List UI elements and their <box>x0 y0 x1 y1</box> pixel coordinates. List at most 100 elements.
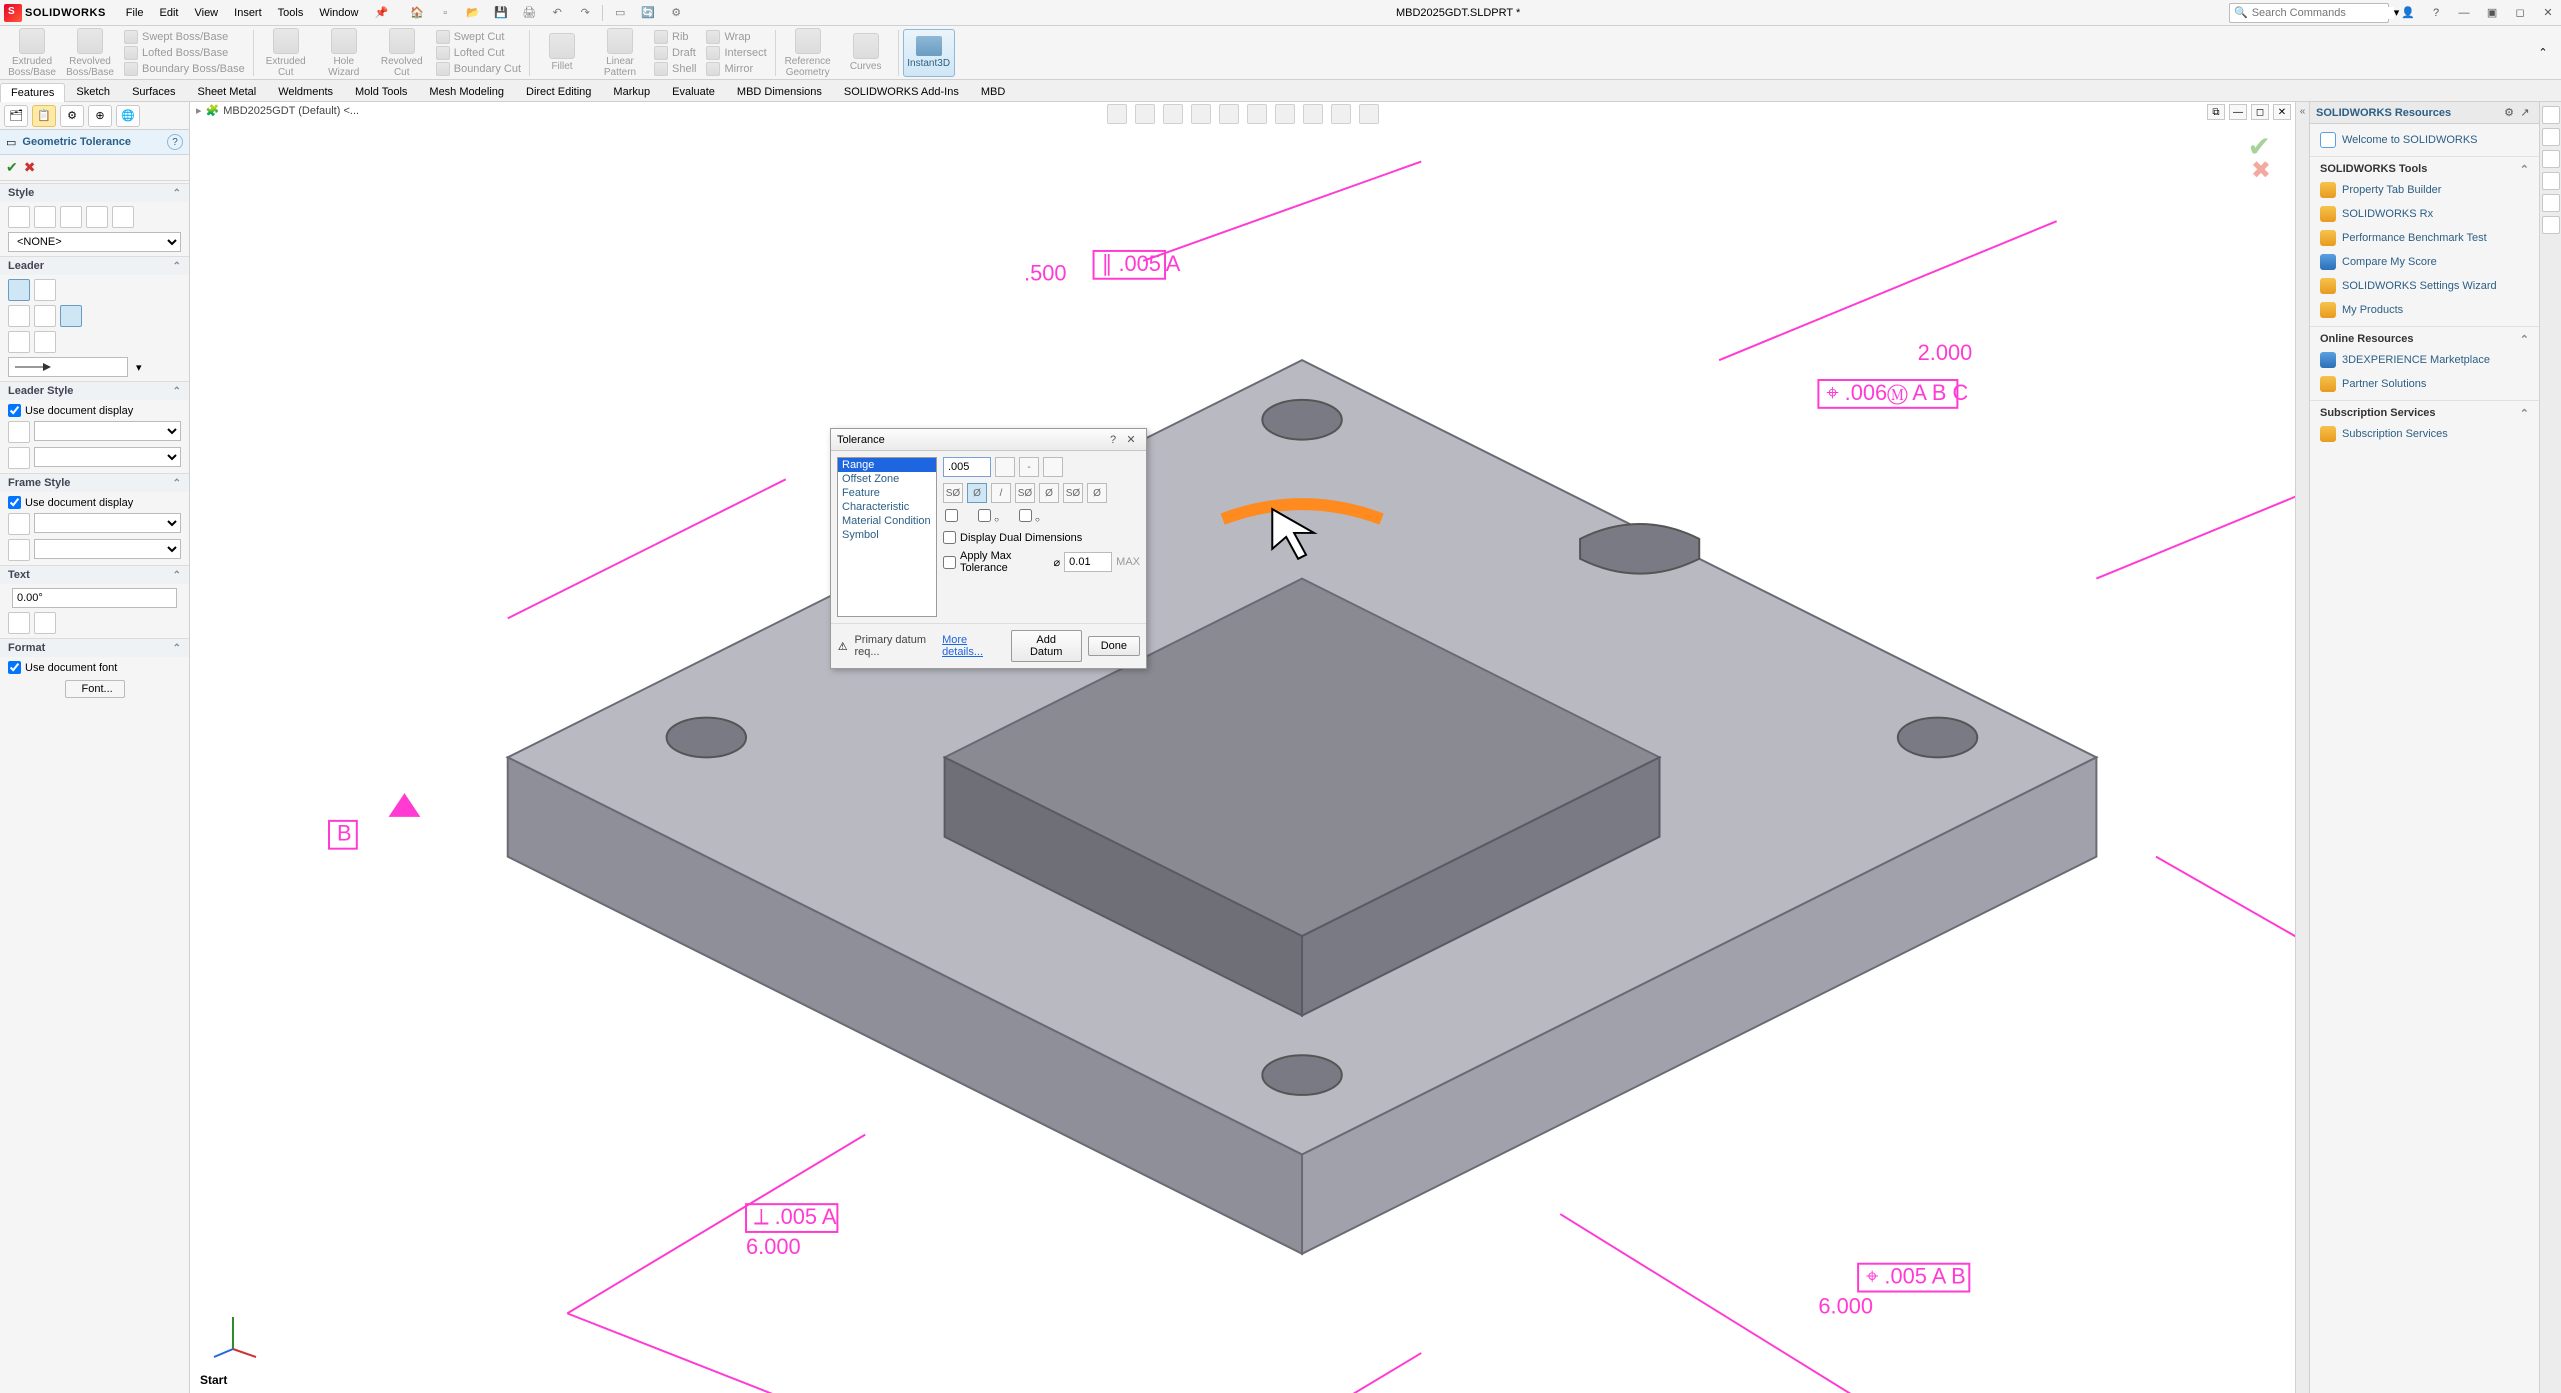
tools-section[interactable]: SOLIDWORKS Tools⌃ <box>2310 156 2539 178</box>
help-icon[interactable]: ? <box>2427 4 2445 22</box>
pm-help-icon[interactable]: ? <box>167 134 183 150</box>
sym-sphi-1[interactable]: SØ <box>943 483 963 503</box>
sym-slash[interactable]: / <box>991 483 1011 503</box>
config-manager-tab[interactable]: ⚙ <box>60 105 84 127</box>
tab-mold-tools[interactable]: Mold Tools <box>344 82 418 101</box>
search-input[interactable] <box>2248 7 2394 19</box>
tab-sketch[interactable]: Sketch <box>65 82 121 101</box>
ribbon-reference-geometry[interactable]: Reference Geometry <box>780 28 836 78</box>
frame-line-type[interactable] <box>8 513 30 535</box>
tab-weldments[interactable]: Weldments <box>267 82 344 101</box>
tab-sheet-metal[interactable]: Sheet Metal <box>186 82 267 101</box>
home-icon[interactable]: 🏠 <box>406 2 428 24</box>
done-button[interactable]: Done <box>1088 636 1140 656</box>
more-details-link[interactable]: More details... <box>942 634 999 658</box>
redo-icon[interactable]: ↷ <box>574 2 596 24</box>
sym-phi[interactable]: Ø <box>967 483 987 503</box>
tab-mbd-dimensions[interactable]: MBD Dimensions <box>726 82 833 101</box>
dialog-help-icon[interactable]: ? <box>1104 434 1122 446</box>
ribbon-collapse-icon[interactable]: ⌃ <box>2535 45 2551 61</box>
menu-insert[interactable]: Insert <box>226 3 270 23</box>
tol-field-4[interactable] <box>1043 457 1063 477</box>
tool-compare-score[interactable]: Compare My Score <box>2310 250 2539 274</box>
tool-property-tab-builder[interactable]: Property Tab Builder <box>2310 178 2539 202</box>
sym-sphi-3[interactable]: SØ <box>1063 483 1083 503</box>
tab-mesh-modeling[interactable]: Mesh Modeling <box>418 82 515 101</box>
tool-benchmark[interactable]: Performance Benchmark Test <box>2310 226 2539 250</box>
ribbon-lofted-boss[interactable]: Lofted Boss/Base <box>124 46 245 60</box>
tab-surfaces[interactable]: Surfaces <box>121 82 186 101</box>
property-manager-tab[interactable]: 📋 <box>32 105 56 127</box>
taskpane-settings-icon[interactable]: ⚙ <box>2501 105 2517 121</box>
text-angle-input[interactable] <box>12 588 177 608</box>
leader-opt-5[interactable] <box>34 331 56 353</box>
leader-type-2[interactable] <box>34 279 56 301</box>
minimize-icon[interactable]: — <box>2455 4 2473 22</box>
user-icon[interactable]: 👤 <box>2399 4 2417 22</box>
select-icon[interactable]: ▭ <box>609 2 631 24</box>
tool-settings-wizard[interactable]: SOLIDWORKS Settings Wizard <box>2310 274 2539 298</box>
online-partner-solutions[interactable]: Partner Solutions <box>2310 372 2539 396</box>
subs-section[interactable]: Subscription Services⌃ <box>2310 400 2539 422</box>
add-datum-button[interactable]: Add Datum <box>1011 630 1082 662</box>
tp-tab-file-explorer[interactable] <box>2542 150 2560 168</box>
leader-use-doc-display[interactable]: Use document display <box>8 404 181 417</box>
frame-line-select[interactable] <box>34 513 181 533</box>
ribbon-wrap[interactable]: Wrap <box>706 30 766 44</box>
dialog-close-icon[interactable]: ✕ <box>1122 433 1140 446</box>
sym-sphi-2[interactable]: SØ <box>1015 483 1035 503</box>
format-use-doc-font[interactable]: Use document font <box>8 661 181 674</box>
restore-icon[interactable]: ▣ <box>2483 4 2501 22</box>
ribbon-fillet[interactable]: Fillet <box>534 33 590 72</box>
tol-radio-2[interactable]: ○ <box>978 509 999 525</box>
undo-icon[interactable]: ↶ <box>546 2 568 24</box>
ribbon-intersect[interactable]: Intersect <box>706 46 766 60</box>
ribbon-draft[interactable]: Draft <box>654 46 696 60</box>
list-item-offset-zone[interactable]: Offset Zone <box>838 472 936 486</box>
list-item-material-condition[interactable]: Material Condition <box>838 514 936 528</box>
style-select[interactable]: <NONE> <box>8 232 181 252</box>
tool-rx[interactable]: SOLIDWORKS Rx <box>2310 202 2539 226</box>
ribbon-revolved-boss[interactable]: Revolved Boss/Base <box>62 28 118 78</box>
pm-section-text[interactable]: Text⌃ <box>0 566 189 584</box>
tab-mbd[interactable]: MBD <box>970 82 1016 101</box>
tab-features[interactable]: Features <box>0 83 65 102</box>
style-icon-2[interactable] <box>34 206 56 228</box>
tol-field-2[interactable] <box>995 457 1015 477</box>
leader-line-select[interactable] <box>34 421 181 441</box>
list-item-feature[interactable]: Feature <box>838 486 936 500</box>
frame-use-doc-display[interactable]: Use document display <box>8 496 181 509</box>
welcome-link[interactable]: Welcome to SOLIDWORKS <box>2310 128 2539 152</box>
leader-line-type[interactable] <box>8 421 30 443</box>
list-item-symbol[interactable]: Symbol <box>838 528 936 542</box>
save-icon[interactable]: 💾 <box>490 2 512 24</box>
tab-direct-editing[interactable]: Direct Editing <box>515 82 602 101</box>
tp-tab-custom-props[interactable] <box>2542 216 2560 234</box>
ribbon-shell[interactable]: Shell <box>654 62 696 76</box>
list-item-characteristic[interactable]: Characteristic <box>838 500 936 514</box>
display-manager-tab[interactable]: 🌐 <box>116 105 140 127</box>
leader-type-1[interactable] <box>8 279 30 301</box>
menu-view[interactable]: View <box>186 3 226 23</box>
ribbon-instant3d[interactable]: Instant3D <box>903 29 955 77</box>
tol-field-3[interactable]: - <box>1019 457 1039 477</box>
feature-tree-tab[interactable]: 🗂 <box>4 105 28 127</box>
new-icon[interactable]: ▫ <box>434 2 456 24</box>
leader-arrow-dropdown[interactable]: ▾ <box>136 361 142 374</box>
style-icon-1[interactable] <box>8 206 30 228</box>
taskpane-pin-icon[interactable]: ↗ <box>2517 105 2533 121</box>
options-icon[interactable]: ⚙ <box>665 2 687 24</box>
tp-tab-resources[interactable] <box>2542 106 2560 124</box>
maximize-icon[interactable]: ◻ <box>2511 4 2529 22</box>
tab-addins[interactable]: SOLIDWORKS Add-Ins <box>833 82 970 101</box>
list-item-range[interactable]: Range <box>838 458 936 472</box>
display-dual-dimensions[interactable]: Display Dual Dimensions <box>943 531 1140 544</box>
frame-thick-select[interactable] <box>34 539 181 559</box>
ribbon-lofted-cut[interactable]: Lofted Cut <box>436 46 521 60</box>
text-opt-2[interactable] <box>34 612 56 634</box>
menu-file[interactable]: File <box>118 3 152 23</box>
ribbon-extruded-cut[interactable]: Extruded Cut <box>258 28 314 78</box>
sym-phi-3[interactable]: Ø <box>1087 483 1107 503</box>
leader-opt-1[interactable] <box>8 305 30 327</box>
tol-radio-3[interactable]: ○ <box>1019 509 1040 525</box>
